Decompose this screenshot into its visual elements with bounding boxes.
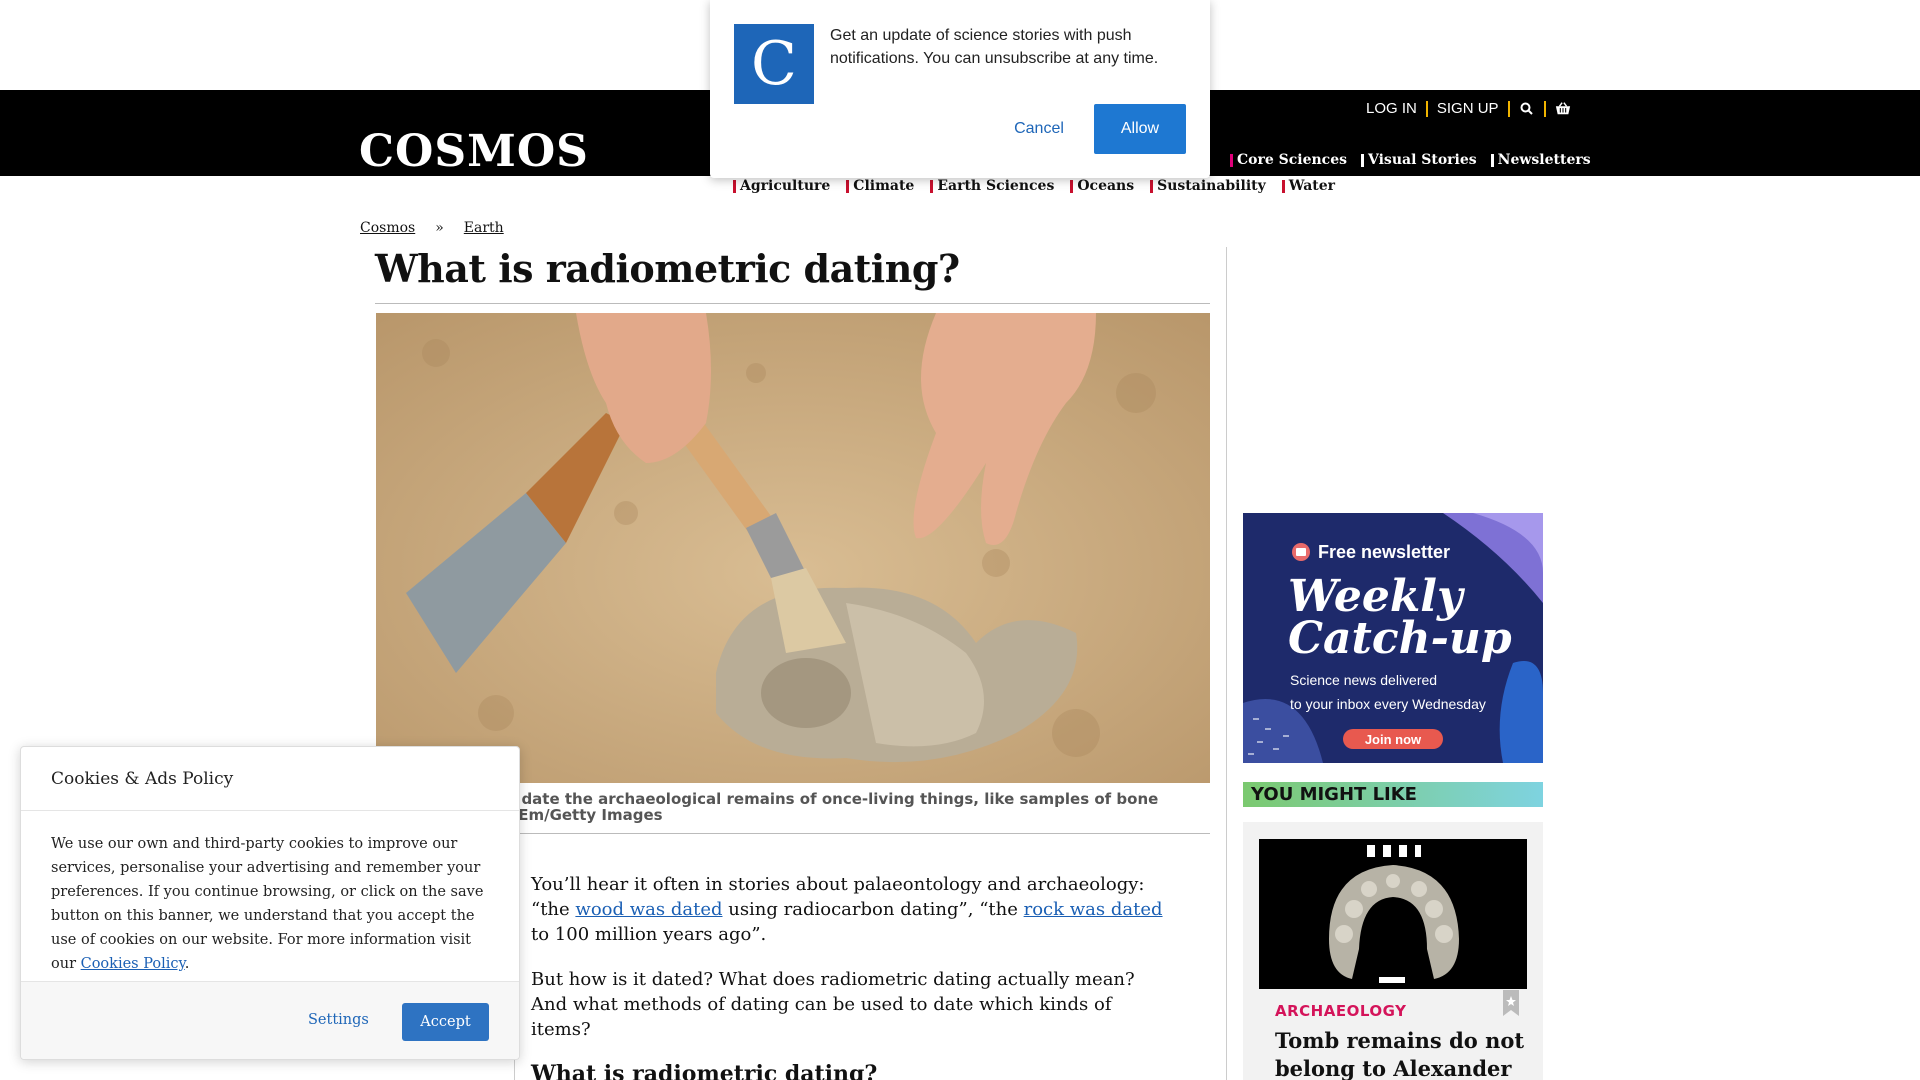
basket-icon[interactable] bbox=[1555, 101, 1571, 117]
cookies-policy-link[interactable]: Cookies Policy bbox=[81, 956, 185, 972]
subnav-marker bbox=[846, 179, 850, 193]
cookie-banner: Cookies & Ads Policy We use our own and … bbox=[20, 746, 520, 1060]
subnav-item-agriculture[interactable]: Agriculture bbox=[733, 178, 830, 194]
newsletter-subtext: to your inbox every Wednesday bbox=[1290, 696, 1486, 712]
separator bbox=[1425, 100, 1428, 117]
breadcrumb-home[interactable]: Cosmos bbox=[360, 220, 415, 236]
cookie-settings-button[interactable]: Settings bbox=[304, 1004, 373, 1036]
column-divider bbox=[1226, 247, 1227, 1080]
nav-item-visual-stories[interactable]: Visual Stories bbox=[1361, 152, 1477, 168]
related-article-card[interactable]: ARCHAEOLOGY Tomb remains do not belong t… bbox=[1243, 822, 1543, 1080]
cookie-banner-text: We use our own and third-party cookies t… bbox=[51, 836, 484, 972]
search-icon[interactable] bbox=[1519, 101, 1535, 117]
paragraph: You’ll hear it often in stories about pa… bbox=[531, 874, 1163, 945]
main-nav: Core Sciences Visual Stories Newsletters bbox=[1216, 152, 1591, 168]
related-article-image bbox=[1259, 839, 1527, 989]
cookie-banner-title: Cookies & Ads Policy bbox=[51, 769, 234, 789]
newsletter-headline: Catch-up bbox=[1288, 613, 1512, 664]
section-heading: What is radiometric dating? bbox=[531, 1061, 878, 1080]
article-title: What is radiometric dating? bbox=[375, 246, 960, 291]
newsletter-ad[interactable]: Free newsletter Weekly Catch-up Science … bbox=[1243, 513, 1543, 763]
newsletter-subtext: Science news delivered bbox=[1290, 672, 1437, 688]
related-article-title[interactable]: Tomb remains do not belong to Alexander bbox=[1275, 1027, 1525, 1080]
divider bbox=[375, 303, 1210, 304]
push-cancel-button[interactable]: Cancel bbox=[984, 104, 1094, 154]
newsletter-join-button[interactable]: Join now bbox=[1365, 732, 1422, 747]
site-logo[interactable]: COSMOS bbox=[359, 126, 589, 177]
push-notification-text: Get an update of science stories with pu… bbox=[830, 27, 1159, 67]
signup-link[interactable]: SIGN UP bbox=[1437, 100, 1499, 117]
subnav-marker bbox=[1150, 179, 1154, 193]
cookie-accept-button[interactable]: Accept bbox=[402, 1003, 489, 1041]
push-allow-button[interactable]: Allow bbox=[1094, 104, 1186, 154]
you-might-like-heading: YOU MIGHT LIKE bbox=[1243, 782, 1543, 807]
subnav-item-earth-sciences[interactable]: Earth Sciences bbox=[930, 178, 1054, 194]
link-rock-was-dated[interactable]: rock was dated bbox=[1024, 899, 1163, 920]
cosmos-logo-icon: C bbox=[734, 24, 814, 104]
nav-marker bbox=[1490, 153, 1494, 167]
bookmark-icon[interactable] bbox=[1503, 990, 1519, 1016]
newsletter-tag: Free newsletter bbox=[1318, 542, 1450, 562]
subnav-item-water[interactable]: Water bbox=[1281, 178, 1335, 194]
related-article-category[interactable]: ARCHAEOLOGY bbox=[1275, 1002, 1406, 1020]
nav-item-newsletters[interactable]: Newsletters bbox=[1490, 152, 1591, 168]
cookie-banner-footer: Settings Accept bbox=[21, 981, 519, 1059]
nav-marker bbox=[1361, 153, 1364, 167]
separator bbox=[1507, 100, 1510, 117]
login-link[interactable]: LOG IN bbox=[1366, 100, 1417, 117]
subnav-marker bbox=[1070, 179, 1074, 193]
subnav-item-oceans[interactable]: Oceans bbox=[1070, 178, 1134, 194]
nav-item-core-sciences[interactable]: Core Sciences bbox=[1230, 152, 1347, 168]
separator bbox=[1543, 100, 1546, 117]
subnav-item-climate[interactable]: Climate bbox=[846, 178, 914, 194]
sub-nav: Agriculture Climate Earth Sciences Ocean… bbox=[733, 178, 1351, 194]
hero-image bbox=[376, 313, 1210, 783]
link-wood-was-dated[interactable]: wood was dated bbox=[575, 899, 722, 920]
subnav-marker bbox=[733, 179, 736, 193]
subnav-marker bbox=[930, 179, 934, 193]
breadcrumb-separator: » bbox=[435, 220, 444, 236]
subnav-marker bbox=[1281, 179, 1285, 193]
header-utility-bar: LOG IN SIGN UP bbox=[1366, 100, 1571, 117]
paragraph: But how is it dated? What does radiometr… bbox=[531, 969, 1135, 1040]
push-notification-dialog: C Get an update of science stories with … bbox=[710, 0, 1210, 178]
breadcrumb-section[interactable]: Earth bbox=[464, 220, 504, 236]
nav-marker bbox=[1230, 153, 1233, 167]
article-body: You’ll hear it often in stories about pa… bbox=[531, 872, 1171, 1080]
breadcrumb: Cosmos » Earth bbox=[360, 220, 504, 236]
subnav-item-sustainability[interactable]: Sustainability bbox=[1150, 178, 1266, 194]
divider bbox=[21, 810, 519, 811]
